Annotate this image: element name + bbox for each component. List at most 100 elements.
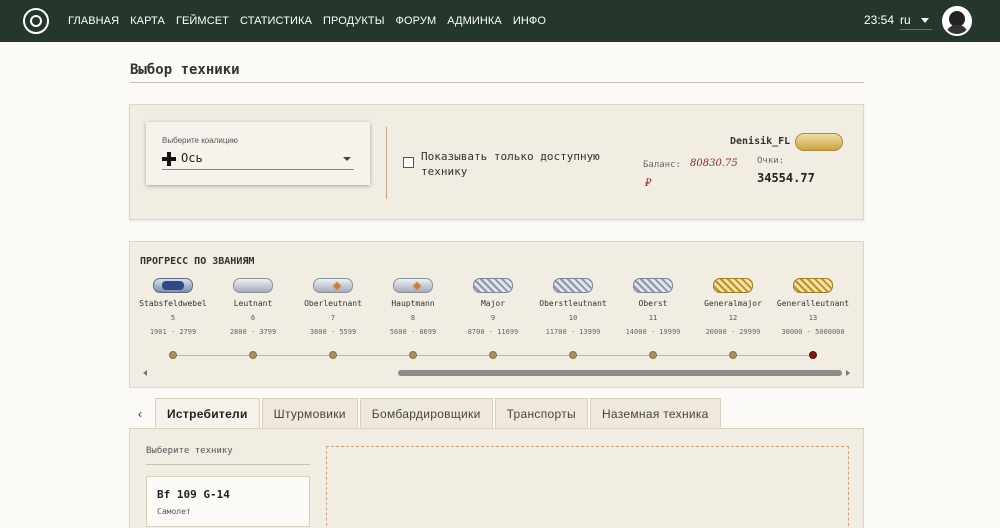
epaulette-icon	[393, 278, 433, 293]
nav-item-statistics[interactable]: СТАТИСТИКА	[240, 15, 312, 27]
epaulette-icon	[233, 278, 273, 293]
language-value: ru	[900, 13, 911, 27]
nav-item-gameset[interactable]: ГЕЙМСЕТ	[176, 15, 229, 27]
rank-name: Major	[480, 299, 506, 308]
vehicle-item[interactable]: Bf 109 G-14 Самолет	[146, 476, 310, 527]
rank-range: 11700 - 13999	[545, 328, 601, 336]
rank-range: 14000 - 19999	[625, 328, 681, 336]
points-value: 34554.77	[757, 171, 815, 185]
divider	[146, 464, 310, 465]
rank-level: 6	[250, 314, 256, 322]
currency-symbol: ₽	[645, 178, 652, 189]
epaulette-icon	[473, 278, 513, 293]
selection-card: Выберите коалицию Ось Показывать только …	[129, 104, 864, 220]
divider	[130, 82, 864, 83]
nav-item-map[interactable]: КАРТА	[130, 15, 165, 27]
progress-dot	[569, 351, 577, 359]
progress-dot	[729, 351, 737, 359]
rank-item: Stabsfeldwebel 5 1901 - 2799	[133, 278, 213, 336]
available-only-checkbox[interactable]	[403, 157, 414, 168]
epaulette-icon	[153, 278, 193, 293]
points-label: Очки:	[757, 156, 785, 166]
epaulette-icon	[633, 278, 673, 293]
language-select[interactable]: ru	[900, 10, 932, 30]
progress-dot	[489, 351, 497, 359]
vehicle-drop-zone[interactable]	[326, 446, 849, 528]
user-name: Denisik_FL	[730, 136, 791, 147]
balance-label: Баланс:	[643, 160, 681, 170]
scrollbar-thumb[interactable]	[398, 370, 842, 376]
tabs-prev-icon[interactable]: ‹	[138, 407, 142, 421]
progress-title: ПРОГРЕСС ПО ЗВАНИЯМ	[140, 256, 255, 267]
tab-1[interactable]: Штурмовики	[261, 398, 358, 429]
balance-value: 80830.75	[690, 158, 738, 169]
rank-name: Oberstleutnant	[539, 299, 607, 308]
nav-item-products[interactable]: ПРОДУКТЫ	[323, 15, 385, 27]
tab-0[interactable]: Истребители	[155, 398, 260, 429]
nav-item-info[interactable]: ИНФО	[513, 15, 546, 27]
epaulette-icon	[713, 278, 753, 293]
tab-3[interactable]: Транспорты	[494, 398, 588, 429]
rank-level: 7	[330, 314, 336, 322]
rank-level: 5	[170, 314, 176, 322]
rank-range: 2800 - 3799	[229, 328, 277, 336]
tab-2[interactable]: Бомбардировщики	[359, 398, 493, 429]
rank-range: 8700 - 11699	[467, 328, 519, 336]
rank-item: Oberstleutnant 10 11700 - 13999	[533, 278, 613, 336]
rank-name: Leutnant	[233, 299, 273, 308]
available-only-label[interactable]: Показывать только доступную технику	[421, 149, 611, 179]
epaulette-icon	[313, 278, 353, 293]
rank-level: 8	[410, 314, 416, 322]
rank-range: 20000 - 29999	[705, 328, 761, 336]
nav-item-forum[interactable]: ФОРУМ	[396, 15, 437, 27]
progress-dot	[329, 351, 337, 359]
rank-level: 11	[648, 314, 658, 322]
top-nav-bar: ГЛАВНАЯ КАРТА ГЕЙМСЕТ СТАТИСТИКА ПРОДУКТ…	[0, 0, 1000, 42]
tab-4[interactable]: Наземная техника	[589, 398, 721, 429]
coalition-select[interactable]: Выберите коалицию Ось	[146, 122, 370, 185]
rank-level: 12	[728, 314, 738, 322]
rank-level: 13	[808, 314, 818, 322]
select-underline	[162, 169, 354, 170]
progress-dot	[169, 351, 177, 359]
divider	[386, 127, 387, 199]
progress-dot	[809, 351, 817, 359]
rank-name: Generalleutnant	[776, 299, 850, 308]
clock: 23:54	[864, 13, 895, 27]
chevron-down-icon	[343, 157, 351, 161]
scroll-left-icon[interactable]	[143, 370, 147, 376]
chevron-down-icon	[921, 18, 929, 23]
nav-item-admin[interactable]: АДМИНКА	[447, 15, 502, 27]
coalition-value: Ось	[181, 151, 203, 165]
avatar[interactable]	[942, 6, 972, 36]
rank-name: Oberleutnant	[304, 299, 362, 308]
vehicle-name: Bf 109 G-14	[157, 488, 230, 501]
vehicle-type: Самолет	[157, 507, 191, 516]
rank-name: Hauptmann	[391, 299, 435, 308]
horizontal-scrollbar[interactable]	[140, 369, 852, 377]
epaulette-icon	[553, 278, 593, 293]
progress-dot	[409, 351, 417, 359]
nav-item-home[interactable]: ГЛАВНАЯ	[68, 15, 119, 27]
rank-insignia-icon	[795, 133, 843, 151]
rank-range: 1901 - 2799	[149, 328, 197, 336]
rank-range: 30000 - 5000000	[781, 328, 845, 336]
epaulette-icon	[793, 278, 833, 293]
rank-progress-card: ПРОГРЕСС ПО ЗВАНИЯМ Stabsfeldwebel 5 1901 …	[129, 241, 864, 388]
rank-level: 9	[490, 314, 496, 322]
coalition-label: Выберите коалицию	[162, 136, 238, 145]
scroll-right-icon[interactable]	[846, 370, 850, 376]
main-nav: ГЛАВНАЯ КАРТА ГЕЙМСЕТ СТАТИСТИКА ПРОДУКТ…	[68, 0, 557, 42]
page-title: Выбор техники	[130, 62, 240, 78]
rank-item: Generalleutnant 13 30000 - 5000000	[773, 278, 853, 336]
rank-item: Hauptmann 8 5600 - 8699	[373, 278, 453, 336]
progress-dot	[249, 351, 257, 359]
rank-item: Oberleutnant 7 3800 - 5599	[293, 278, 373, 336]
rank-name: Stabsfeldwebel	[139, 299, 207, 308]
vehicle-tabs: Истребители Штурмовики Бомбардировщики Тран…	[155, 398, 723, 429]
rank-item: Oberst 11 14000 - 19999	[613, 278, 693, 336]
site-logo-icon[interactable]	[23, 8, 49, 34]
rank-item: Leutnant 6 2800 - 3799	[213, 278, 293, 336]
iron-cross-icon	[162, 152, 176, 166]
rank-level: 10	[568, 314, 578, 322]
